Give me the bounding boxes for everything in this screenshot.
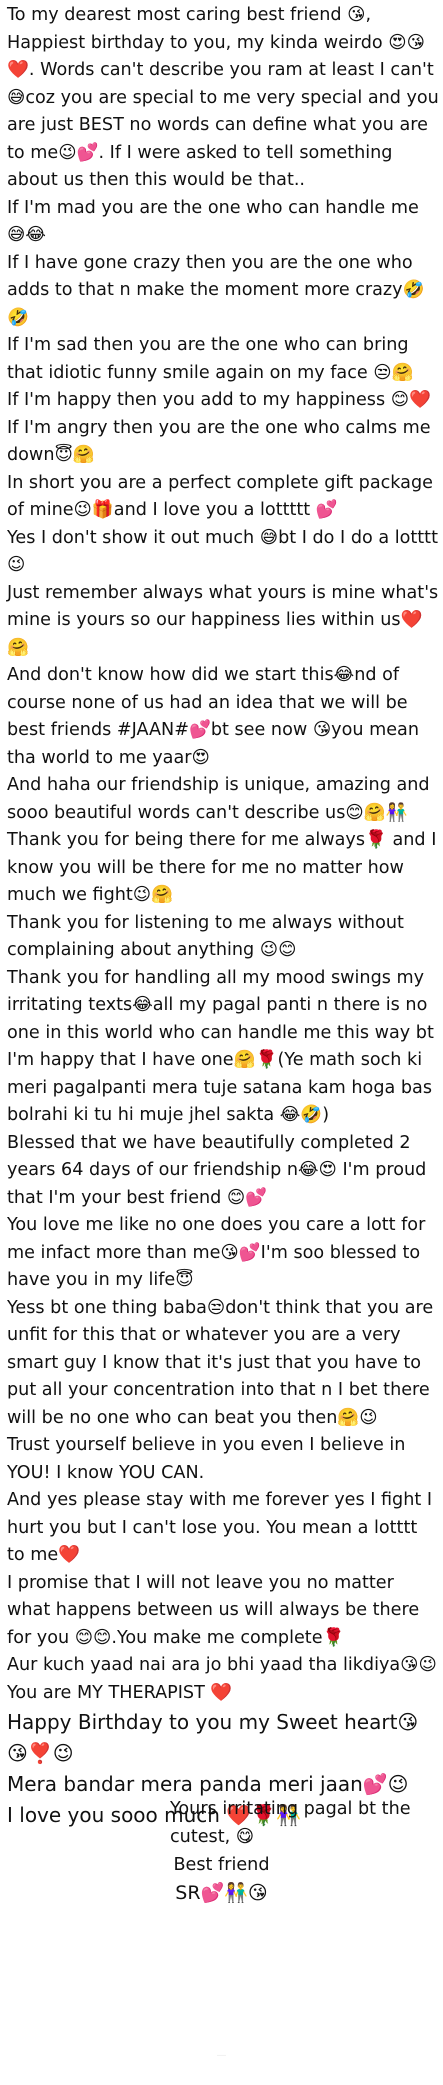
note-paragraph: Just remember always what yours is mine … [7, 582, 439, 658]
birthday-note: To my dearest most caring best friend 😘,… [7, 2, 439, 1831]
note-paragraph: Thank you for listening to me always wit… [7, 912, 404, 961]
note-paragraph: In short you are a perfect complete gift… [7, 472, 433, 521]
note-paragraph: You love me like no one does you care a … [7, 1215, 426, 1290]
signature: Yours irritating pagal bt the cutest, 😋 … [0, 1795, 443, 1907]
wish-line: Happy Birthday to you my Sweet heart😘😘❣️… [7, 1710, 419, 1765]
note-paragraph: Thank you for handling all my mood swing… [7, 967, 434, 1126]
signature-closing: Yours irritating pagal bt the cutest, 😋 [170, 1799, 411, 1847]
signature-role: Best friend [173, 1855, 270, 1875]
note-paragraph: If I'm angry then you are the one who ca… [7, 417, 431, 466]
note-paragraph: And haha our friendship is unique, amazi… [7, 775, 430, 823]
note-paragraph: I promise that I will not leave you no m… [7, 1572, 420, 1648]
note-paragraph: Aur kuch yaad nai ara jo bhi yaad tha li… [7, 1655, 437, 1675]
note-paragraph: You are MY THERAPIST ❤️ [7, 1682, 233, 1703]
signature-name: SR💕👫😘 [175, 1882, 268, 1904]
note-paragraph: And don't know how did we start this😂nd … [7, 665, 419, 768]
note-paragraph: Yess bt one thing baba😒don't think that … [7, 1297, 434, 1428]
faint-watermark: — [216, 2050, 227, 2061]
note-paragraph: Trust yourself believe in you even I bel… [7, 1435, 406, 1483]
note-paragraph: And yes please stay with me forever yes … [7, 1490, 433, 1565]
note-paragraph: To my dearest most caring best friend 😘,… [7, 5, 439, 190]
note-paragraph: Blessed that we have beautifully complet… [7, 1132, 427, 1208]
note-paragraph: If I'm happy then you add to my happines… [7, 390, 431, 410]
note-paragraph: If I'm sad then you are the one who can … [7, 335, 414, 383]
note-paragraph: Thank you for being there for me always🌹… [7, 830, 437, 905]
note-paragraph: Yes I don't show it out much 😅bt I do I … [7, 527, 438, 576]
note-paragraph: If I have gone crazy then you are the on… [7, 252, 425, 328]
note-paragraph: If I'm mad you are the one who can handl… [7, 197, 419, 246]
